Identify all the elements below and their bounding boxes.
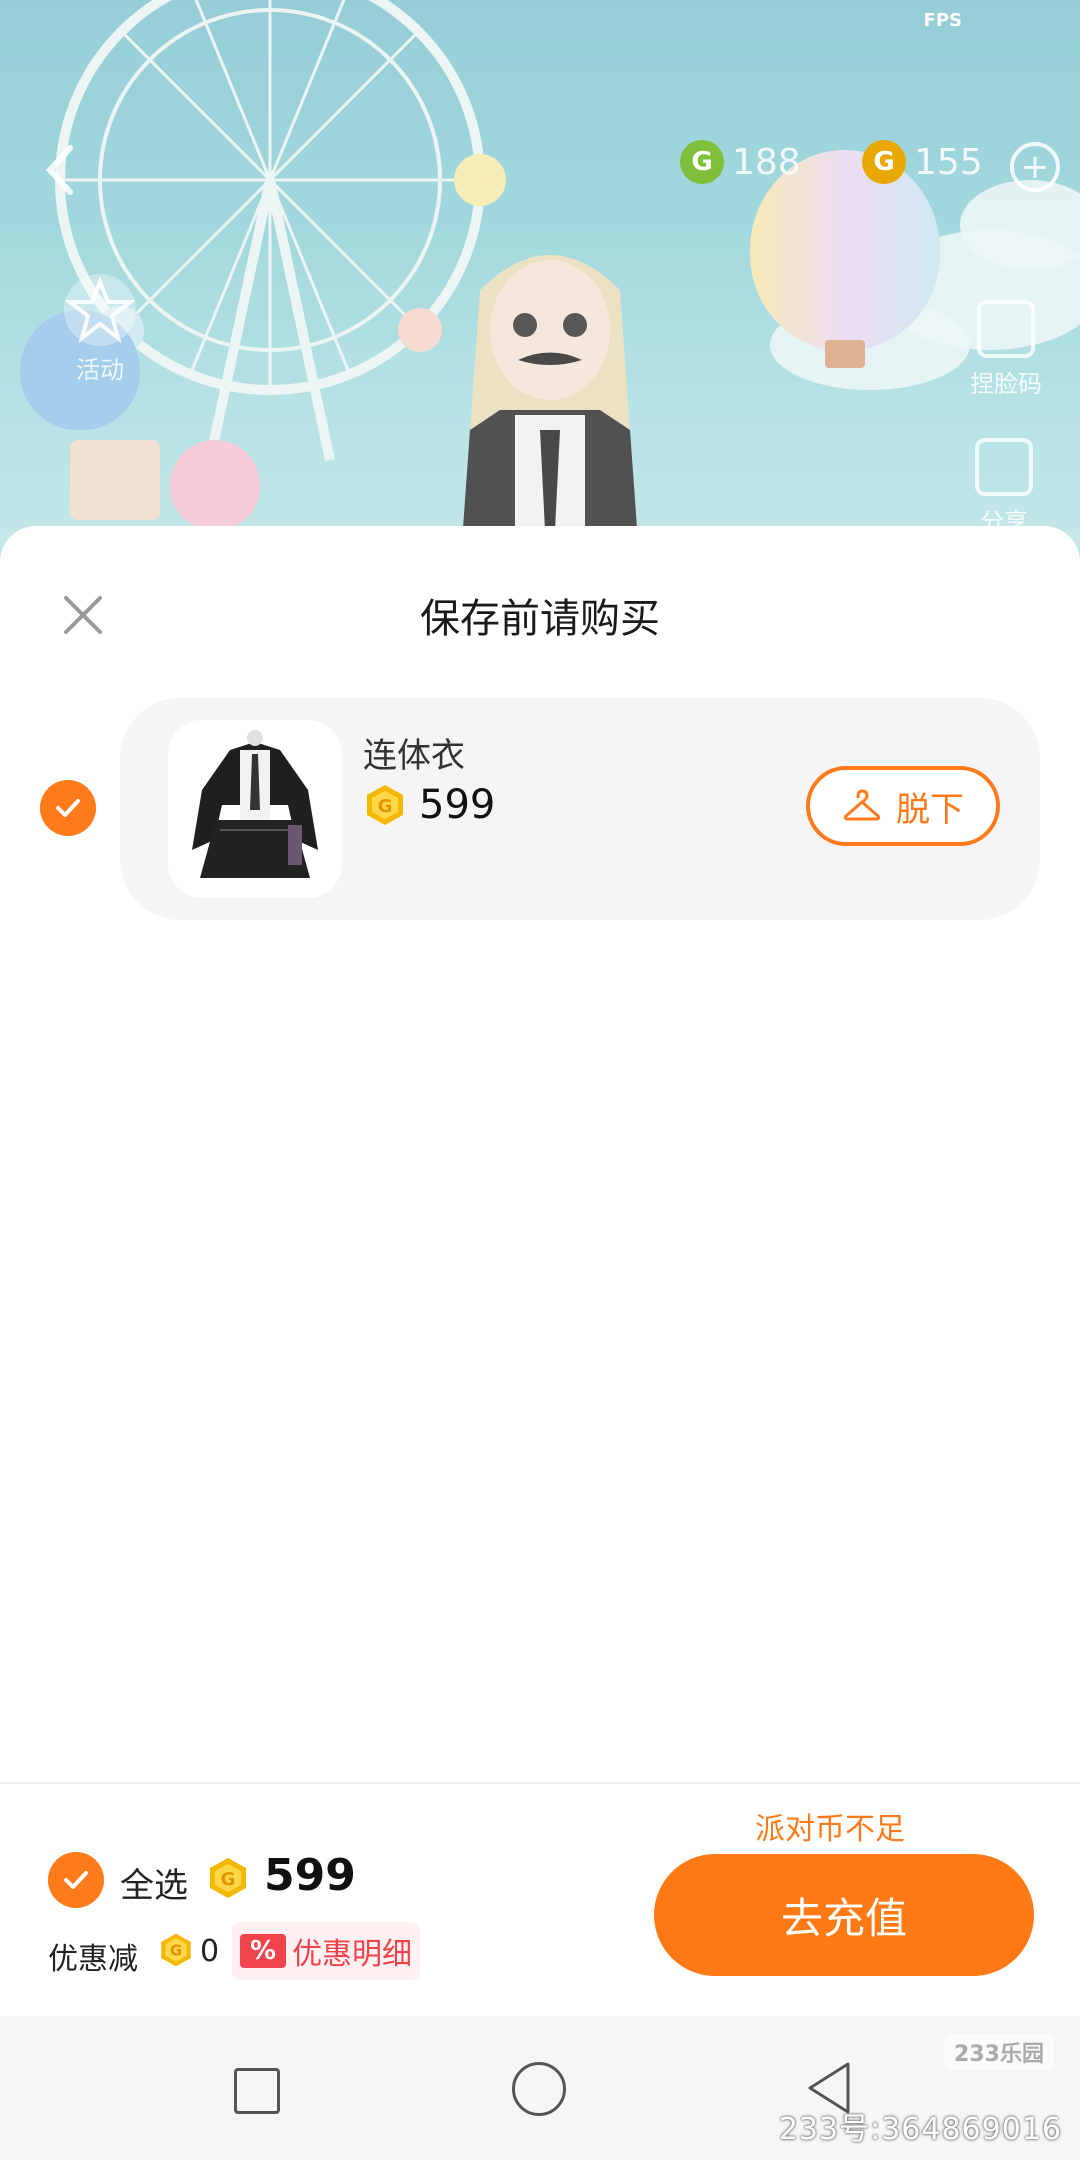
share-icon (975, 438, 1033, 496)
checkout-footer: 派对币不足 全选 G 599 优惠减 G 0 % 优惠明细 去充值 (0, 1782, 1080, 2018)
discount-value: 0 (200, 1934, 220, 1969)
svg-text:G: G (378, 796, 393, 817)
outfit-image (192, 730, 318, 878)
svg-text:G: G (170, 1943, 182, 1960)
check-icon (64, 1871, 88, 1889)
sheet-title: 保存前请购买 (420, 596, 660, 642)
star-icon (64, 274, 136, 346)
item-card[interactable]: 连体衣 G 599 脱下 (120, 698, 1040, 920)
item-price: G 599 (363, 782, 495, 828)
select-all-label[interactable]: 全选 (120, 1858, 188, 1907)
coin-icon: G (367, 785, 403, 825)
gold-coin-icon: G (862, 140, 906, 184)
discount-percent-icon: % (240, 1934, 287, 1968)
face-code-button[interactable]: 捏脸码 (970, 300, 1042, 399)
edit-icon (977, 300, 1035, 358)
game-background: FPS G 188 G 155 + 活动 捏脸码 分享 (0, 0, 1080, 560)
coin-icon: G (161, 1933, 191, 1967)
item-select-checkbox[interactable] (40, 780, 96, 836)
gold-coin-balance: G 155 (862, 140, 983, 184)
take-off-label: 脱下 (896, 789, 964, 830)
fps-label: FPS (923, 10, 962, 31)
discount-detail-button[interactable]: % 优惠明细 (232, 1922, 421, 1980)
select-all-checkbox[interactable] (48, 1852, 104, 1908)
share-button[interactable]: 分享 (975, 438, 1033, 537)
watermark-logo: 233乐园 (944, 2034, 1054, 2070)
item-thumbnail (168, 720, 342, 898)
recent-apps-button[interactable] (234, 2068, 280, 2114)
check-icon (56, 799, 80, 817)
hanger-icon (843, 789, 881, 821)
activity-label: 活动 (76, 356, 124, 384)
coin-icon: G (210, 1858, 246, 1898)
party-coin-balance: G 188 (680, 140, 801, 184)
add-currency-button[interactable]: + (1010, 142, 1060, 192)
system-nav-bar: 233乐园 233号:364869016 (0, 2016, 1080, 2160)
total-price: 599 (264, 1850, 356, 1901)
watermark-id: 233号:364869016 (778, 2112, 1062, 2147)
discount-detail-label: 优惠明细 (292, 1937, 413, 1972)
svg-text:G: G (221, 1869, 236, 1890)
party-coin-value: 188 (732, 141, 801, 183)
g-coin-icon: G (680, 140, 724, 184)
insufficient-balance-text: 派对币不足 (755, 1812, 905, 1847)
home-button[interactable] (512, 2062, 566, 2116)
activity-button[interactable]: 活动 (60, 270, 140, 385)
item-price-value: 599 (419, 782, 496, 828)
take-off-button[interactable]: 脱下 (806, 766, 1000, 846)
recharge-button[interactable]: 去充值 (654, 1854, 1034, 1976)
back-arrow-icon[interactable] (40, 140, 80, 200)
discount-label: 优惠减 (48, 1942, 138, 1977)
gold-coin-value: 155 (914, 141, 983, 183)
item-name: 连体衣 (363, 736, 465, 776)
face-code-label: 捏脸码 (970, 370, 1042, 398)
